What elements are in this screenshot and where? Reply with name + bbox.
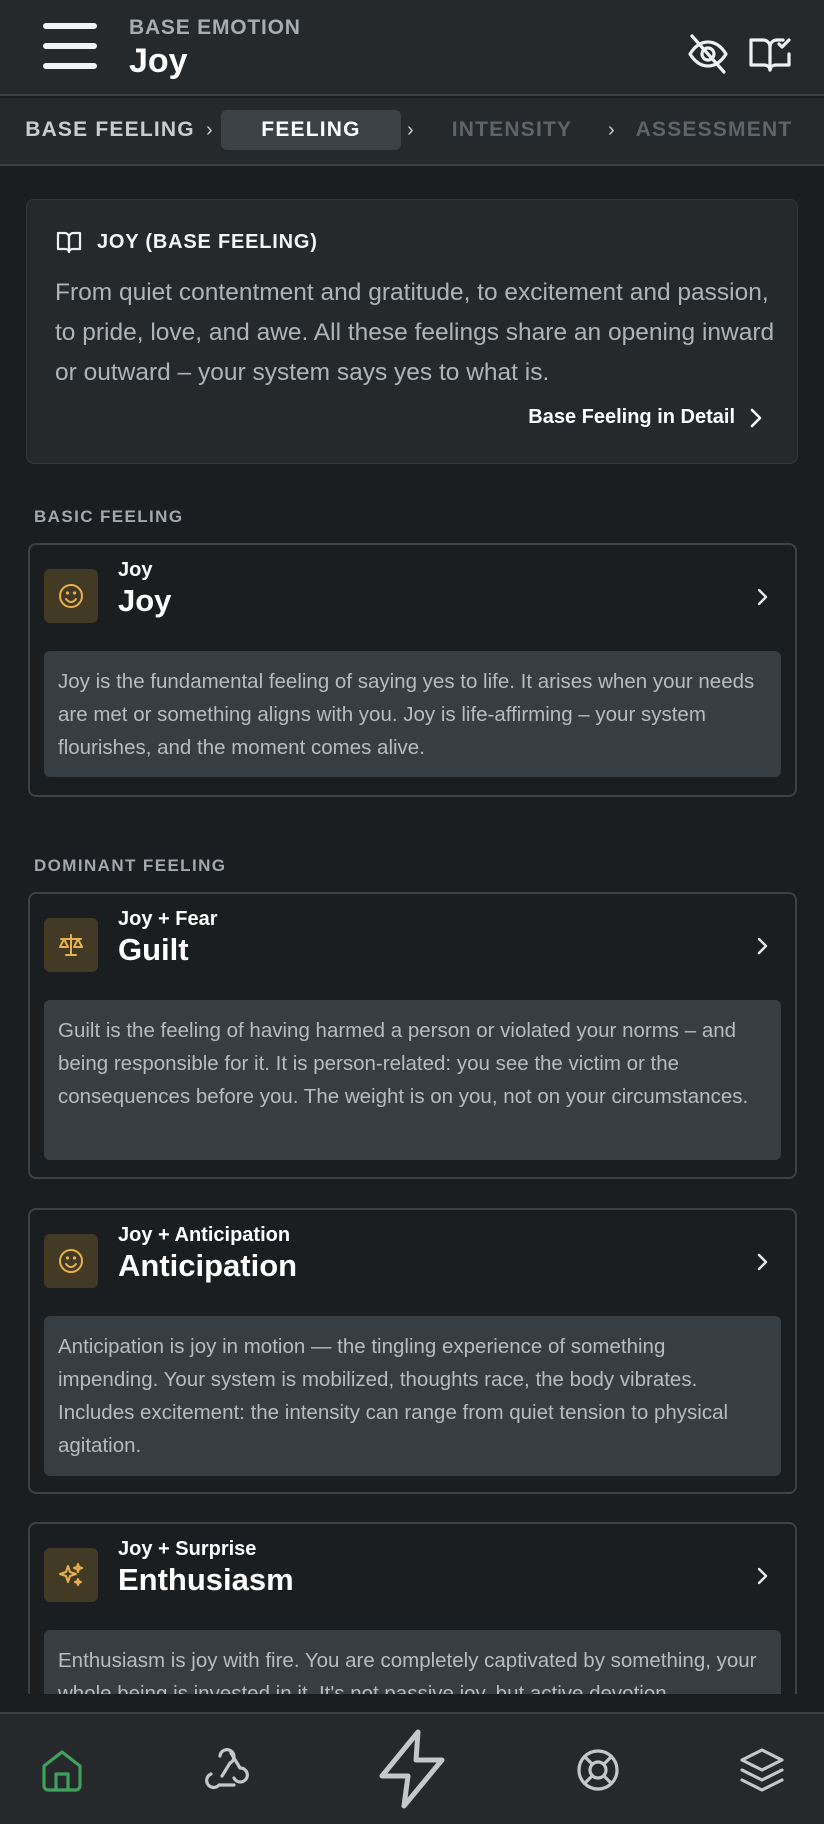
book-open-icon (56, 231, 82, 254)
card-description: Joy is the fundamental feeling of saying… (44, 651, 781, 777)
chevron-right-icon: › (206, 119, 213, 141)
scale-icon (59, 934, 83, 956)
card-subtitle: Joy + Fear (118, 908, 218, 930)
nav-support[interactable] (572, 1744, 624, 1796)
base-feeling-card: JOY (BASE FEELING) From quiet contentmen… (26, 199, 798, 464)
smiley-icon (59, 584, 83, 608)
card-description: Enthusiasm is joy with fire. You are com… (44, 1630, 781, 1694)
card-title: Enthusiasm (118, 1562, 294, 1597)
header-title: Joy (129, 42, 188, 80)
step-feeling[interactable]: FEELING (221, 110, 401, 150)
link-label: Base Feeling in Detail (528, 406, 735, 428)
card-icon-box (44, 1548, 98, 1602)
chevron-right-icon (757, 1567, 768, 1585)
nav-connections[interactable] (200, 1744, 252, 1796)
eye-off-icon (688, 34, 728, 74)
chevron-right-icon: › (608, 119, 615, 141)
feeling-card-guilt[interactable]: Joy + Fear Guilt Guilt is the feeling of… (28, 892, 797, 1179)
chevron-right-icon (757, 588, 768, 606)
card-title: Guilt (118, 932, 189, 967)
menu-icon-bar (43, 63, 97, 69)
card-icon-box (44, 569, 98, 623)
card-title: Anticipation (118, 1248, 298, 1283)
feeling-card-enthusiasm[interactable]: Joy + Surprise Enthusiasm Enthusiasm is … (28, 1522, 797, 1694)
card-icon-box (44, 1234, 98, 1288)
chevron-right-icon (757, 1253, 768, 1271)
header-kicker: BASE EMOTION (129, 16, 301, 39)
step-intensity[interactable]: INTENSITY (444, 110, 580, 150)
card-title: Joy (118, 583, 172, 618)
intro-title: JOY (BASE FEELING) (97, 230, 318, 253)
nav-library[interactable] (736, 1744, 788, 1796)
intro-header: JOY (BASE FEELING) (55, 228, 318, 256)
feeling-card-anticipation[interactable]: Joy + Anticipation Anticipation Anticipa… (28, 1208, 797, 1494)
book-check-icon (749, 38, 791, 72)
step-progress: BASE FEELING › FEELING › INTENSITY › ASS… (0, 98, 824, 166)
home-icon (42, 1750, 82, 1792)
section-label-dominant: DOMINANT FEELING (34, 856, 227, 875)
lifebuoy-icon (577, 1749, 619, 1791)
base-feeling-detail-link[interactable]: Base Feeling in Detail (528, 406, 763, 429)
menu-icon-bar (43, 23, 97, 29)
intro-text: From quiet contentment and gratitude, to… (55, 279, 775, 386)
feeling-card-joy[interactable]: Joy Joy Joy is the fundamental feeling o… (28, 543, 797, 797)
card-subtitle: Joy + Surprise (118, 1538, 257, 1560)
webhook-icon (205, 1748, 249, 1790)
nav-quick-action[interactable] (374, 1728, 450, 1810)
layers-icon (740, 1748, 784, 1792)
card-description: Guilt is the feeling of having harmed a … (44, 1000, 781, 1160)
lightning-icon (379, 1729, 445, 1809)
app-header: BASE EMOTION Joy (0, 0, 824, 96)
bottom-navigation (0, 1712, 824, 1824)
nav-home[interactable] (36, 1744, 88, 1796)
chevron-right-icon (757, 937, 768, 955)
step-assessment[interactable]: ASSESSMENT (630, 110, 798, 150)
journal-button[interactable] (746, 30, 794, 78)
sparkles-icon (59, 1563, 83, 1586)
step-base-feeling[interactable]: BASE FEELING (24, 110, 196, 150)
menu-icon-bar (43, 43, 97, 49)
smiley-icon (59, 1249, 83, 1273)
menu-button[interactable] (40, 18, 102, 76)
section-label-basic: BASIC FEELING (34, 507, 184, 526)
card-subtitle: Joy (118, 559, 153, 581)
chevron-right-icon (750, 408, 762, 427)
card-icon-box (44, 918, 98, 972)
chevron-right-icon: › (407, 119, 414, 141)
hide-button[interactable] (684, 30, 732, 78)
card-subtitle: Joy + Anticipation (118, 1224, 291, 1246)
scroll-content[interactable]: BASE EMOTION Joy BASE FEELING › FEELING … (0, 0, 824, 1694)
card-description: Anticipation is joy in motion — the ting… (44, 1316, 781, 1476)
